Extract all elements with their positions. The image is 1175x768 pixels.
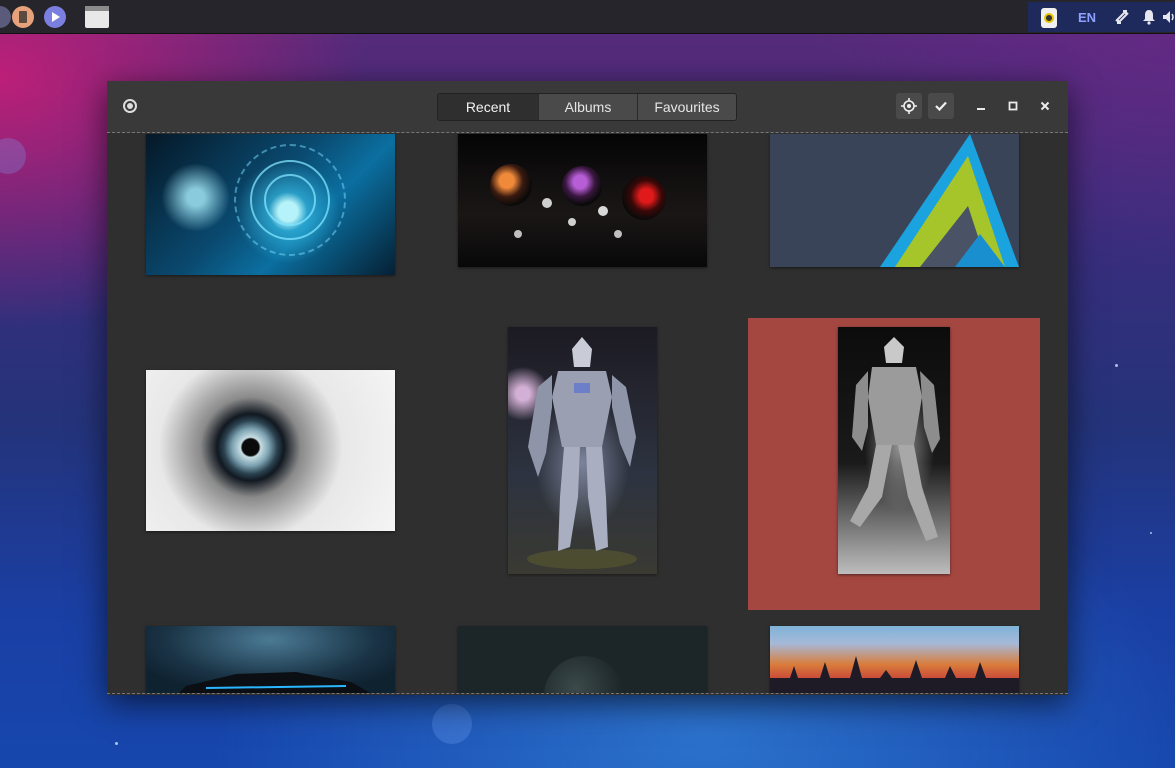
desktop-bubble [432, 704, 472, 744]
orb-shape [614, 230, 622, 238]
orb-shape [514, 230, 522, 238]
wallpaper-thumbnail[interactable] [458, 134, 707, 267]
orb-shape [490, 164, 532, 206]
media-player-icon[interactable] [44, 6, 66, 28]
headerbar: Recent Albums Favourites [107, 81, 1068, 133]
app-launcher-icon[interactable] [0, 6, 11, 28]
close-icon [1040, 101, 1050, 111]
skyline-shape [770, 656, 1019, 693]
wallpaper-thumbnail[interactable] [508, 327, 657, 574]
tech-ring-shape [234, 144, 346, 256]
speaker-app-icon[interactable] [1041, 8, 1057, 28]
mountain-logo [880, 134, 1019, 267]
wallpaper-thumbnail[interactable] [146, 370, 395, 531]
planet-shape [544, 656, 624, 693]
tab-albums[interactable]: Albums [538, 94, 637, 120]
wallpaper-picker-window: Recent Albums Favourites [107, 81, 1068, 695]
volume-icon[interactable] [1162, 8, 1175, 26]
close-button[interactable] [1034, 95, 1056, 117]
top-panel: EN [0, 0, 1175, 34]
apply-button[interactable] [928, 93, 954, 119]
language-indicator[interactable]: EN [1078, 8, 1096, 26]
tab-recent[interactable]: Recent [438, 94, 538, 120]
desktop-star [1150, 532, 1152, 534]
minimize-button[interactable] [970, 95, 992, 117]
notification-bell-icon[interactable] [1142, 8, 1156, 26]
minimize-icon [977, 108, 985, 110]
desktop-bubble [0, 138, 26, 174]
wallpaper-thumbnail[interactable] [146, 626, 395, 693]
tab-favourites[interactable]: Favourites [637, 94, 736, 120]
orb-shape [622, 176, 666, 220]
location-target-button[interactable] [896, 93, 922, 119]
window-app-icon[interactable] [85, 6, 109, 28]
wallpaper-thumbnail[interactable] [146, 134, 395, 275]
wallpaper-thumbnail[interactable] [458, 626, 707, 693]
wallpaper-thumbnail[interactable] [770, 134, 1019, 267]
checkmark-icon [935, 101, 947, 112]
maximize-button[interactable] [1002, 95, 1024, 117]
orb-shape [562, 166, 602, 206]
network-icon[interactable] [1114, 8, 1130, 26]
record-icon[interactable] [123, 99, 137, 113]
robot-figure [850, 337, 940, 541]
maximize-icon [1008, 101, 1018, 111]
view-switcher: Recent Albums Favourites [437, 93, 737, 121]
desktop-star [115, 742, 118, 745]
orb-shape [598, 206, 608, 216]
disk-app-icon[interactable] [12, 6, 34, 28]
wallpaper-thumbnail-selected[interactable] [838, 327, 950, 574]
orb-shape [542, 198, 552, 208]
location-target-icon [901, 98, 917, 114]
wallpaper-grid [107, 134, 1068, 694]
car-shape [179, 672, 371, 693]
desktop-star [1115, 364, 1118, 367]
robot-figure [527, 337, 637, 569]
wallpaper-thumbnail[interactable] [770, 626, 1019, 693]
orb-shape [568, 218, 576, 226]
